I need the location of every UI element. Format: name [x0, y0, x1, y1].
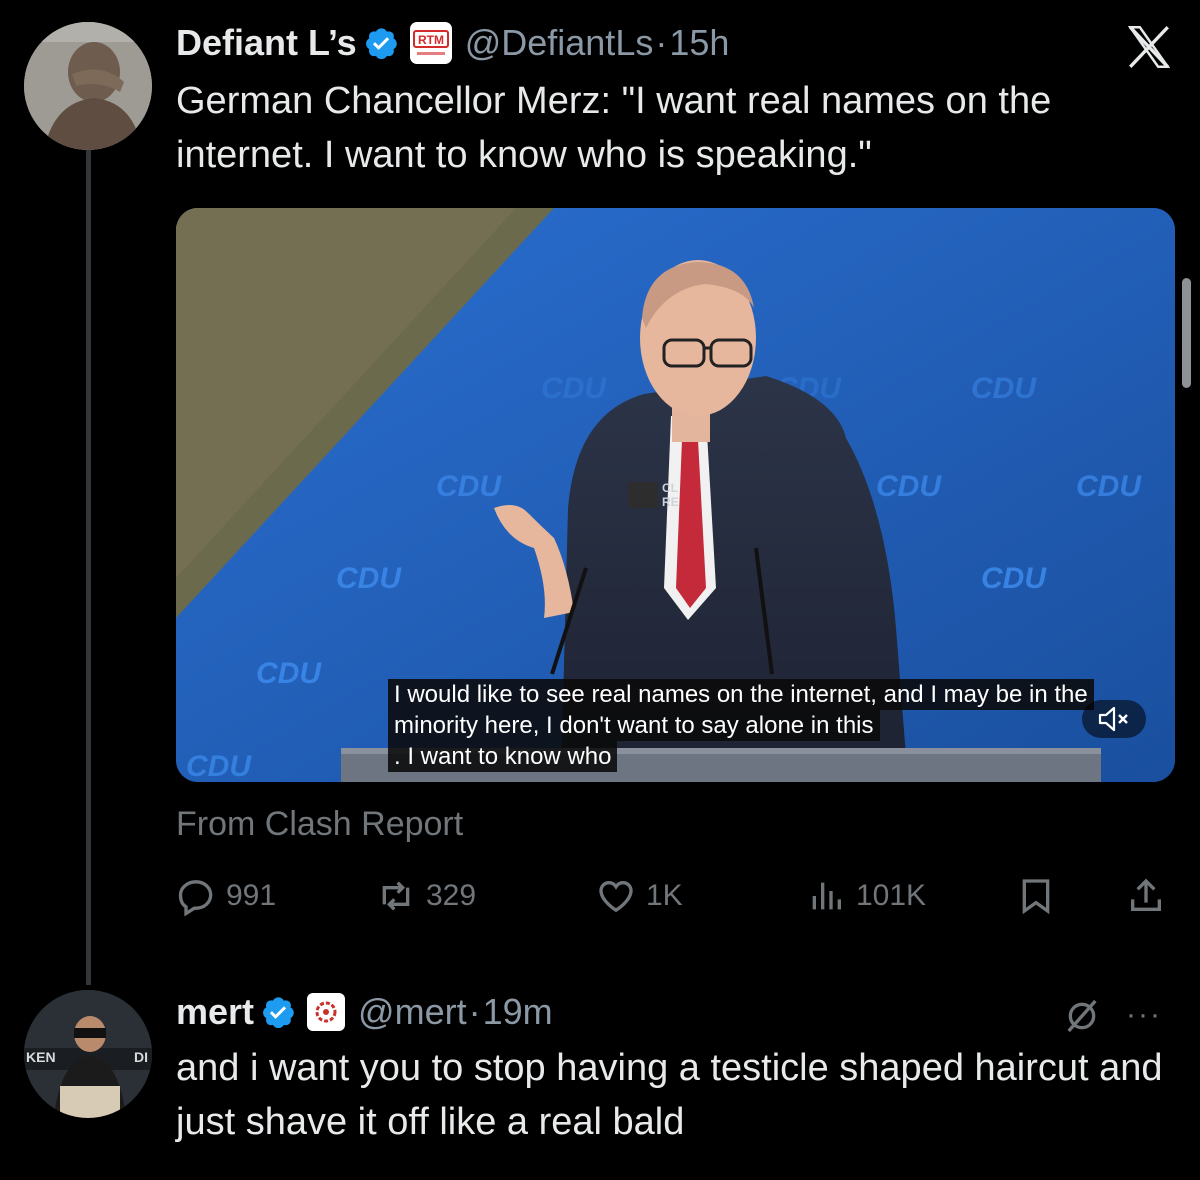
repost-icon [382, 881, 410, 911]
like-button[interactable]: 1K [596, 870, 683, 922]
scrollbar[interactable] [1182, 278, 1191, 388]
reply-author-name[interactable]: mert [176, 991, 254, 1033]
affiliate-badge-icon[interactable] [306, 992, 346, 1032]
tweet-text: German Chancellor Merz: "I want real nam… [176, 80, 1052, 176]
reply-count: 991 [226, 879, 277, 912]
views-button[interactable]: 101K [806, 870, 926, 922]
bookmark-button[interactable] [1016, 870, 1066, 922]
grok-icon[interactable] [1062, 996, 1102, 1036]
watermark-icon: CL RE [628, 481, 679, 509]
svg-text:CDU: CDU [971, 372, 1037, 405]
affiliate-badge-text: RTM [418, 33, 444, 47]
views-count: 101K [856, 879, 927, 912]
subtitle-line: minority here, I don't want to say alone… [388, 710, 880, 741]
svg-text:CDU: CDU [256, 657, 322, 690]
timestamp[interactable]: 15h [669, 22, 729, 64]
bookmark-icon [1022, 879, 1050, 915]
author-avatar[interactable] [24, 22, 152, 150]
svg-text:CDU: CDU [981, 562, 1047, 595]
svg-text:CDU: CDU [541, 372, 607, 405]
verified-icon [263, 997, 294, 1029]
repost-count: 329 [426, 879, 477, 912]
reply-header: mert @mert · 19m [176, 987, 553, 1037]
verified-icon [365, 28, 397, 60]
more-icon[interactable]: ··· [1126, 998, 1162, 1032]
reply-button[interactable]: 991 [176, 870, 276, 922]
svg-text:KEN: KEN [26, 1049, 56, 1065]
reply-author-avatar[interactable]: KEN DI [24, 990, 152, 1118]
svg-text:CDU: CDU [186, 750, 252, 782]
affiliate-badge-icon[interactable]: RTM [409, 21, 453, 65]
svg-text:DI: DI [134, 1049, 148, 1065]
share-icon [1131, 878, 1161, 911]
share-button[interactable] [1126, 870, 1176, 922]
like-icon [599, 880, 633, 913]
svg-text:CDU: CDU [436, 470, 502, 503]
video-subtitles: I would like to see real names on the in… [388, 679, 1094, 772]
repost-button[interactable]: 329 [376, 870, 476, 922]
speaker-muted-icon [1098, 706, 1128, 732]
action-bar: 991 329 1K 101K [176, 870, 1175, 922]
subtitle-line: . I want to know who [388, 741, 618, 772]
thread-line [86, 150, 91, 985]
svg-text:CDU: CDU [876, 470, 942, 503]
subtitle-line: I would like to see real names on the in… [388, 679, 1094, 710]
video-player[interactable]: CDU CDU CDU CDU CDU CDU CDU CDU CDU CDU [176, 208, 1175, 782]
separator: · [655, 22, 668, 63]
tweet-header: Defiant L’s RTM @DefiantLs · 15h [176, 18, 729, 68]
media-source-label[interactable]: From Clash Report [176, 805, 463, 844]
reply-timestamp[interactable]: 19m [483, 991, 553, 1033]
like-count: 1K [646, 879, 683, 912]
separator: · [468, 991, 481, 1032]
author-name[interactable]: Defiant L’s [176, 22, 357, 64]
svg-text:RE: RE [662, 495, 679, 509]
x-logo-icon[interactable] [1124, 22, 1174, 72]
reply-text: and i want you to stop having a testicle… [176, 1047, 1163, 1143]
svg-text:CDU: CDU [1076, 470, 1142, 503]
reply-icon [178, 880, 213, 916]
svg-text:CL: CL [662, 481, 678, 495]
mute-button[interactable] [1082, 700, 1146, 738]
author-handle[interactable]: @DefiantLs [465, 22, 654, 64]
views-icon [812, 882, 841, 910]
reply-author-handle[interactable]: @mert [358, 991, 467, 1033]
svg-text:CDU: CDU [336, 562, 402, 595]
